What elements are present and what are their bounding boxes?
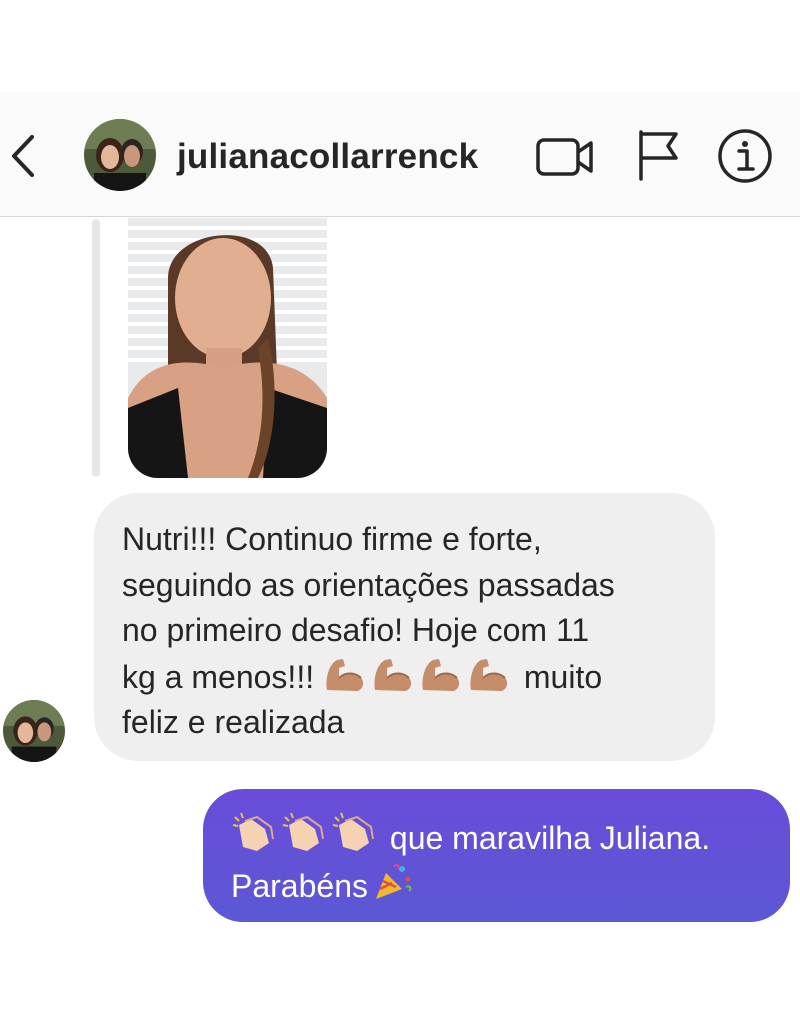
message-text: Parabéns [231, 868, 368, 904]
message-line-with-emoji: kg a menos!!! muito [122, 654, 687, 701]
muscle-emoji-icon [422, 658, 460, 691]
profile-avatar[interactable] [84, 119, 156, 191]
video-message-thumbnail[interactable] [128, 218, 327, 478]
muscle-emoji-icon [326, 658, 364, 691]
outgoing-message-bubble[interactable]: que maravilha Juliana. Parabéns [203, 789, 790, 922]
video-call-icon[interactable] [535, 134, 595, 180]
clap-emoji-icon [282, 812, 324, 851]
message-line: seguindo as orientações passadas [122, 566, 615, 603]
muscle-emoji-icon [470, 658, 508, 691]
muscle-emoji-icon [374, 658, 412, 691]
party-popper-emoji-icon [375, 863, 412, 899]
reply-thread-bar [92, 219, 100, 477]
message-line: feliz e realizada [122, 704, 345, 740]
message-line-with-emoji: que maravilha Juliana. [231, 811, 762, 861]
chat-username[interactable]: julianacollarrenck [177, 137, 478, 177]
clap-emoji-icon [232, 812, 274, 851]
message-text: muito [523, 658, 603, 695]
message-text: que maravilha Juliana. [389, 820, 711, 856]
message-line: no primeiro desafio! Hoje com 11 [122, 612, 590, 648]
back-chevron-icon[interactable] [8, 131, 38, 181]
flag-icon[interactable] [636, 128, 680, 182]
message-text: kg a menos!!! [122, 658, 315, 695]
incoming-message-bubble[interactable]: Nutri!!! Continuo firme e forte, seguind… [94, 493, 715, 761]
message-line: Nutri!!! Continuo firme e forte, [122, 521, 542, 557]
clap-emoji-icon [332, 812, 374, 851]
sender-avatar[interactable] [3, 700, 65, 762]
info-icon[interactable] [717, 128, 773, 184]
message-line-with-emoji: Parabéns [231, 861, 762, 909]
